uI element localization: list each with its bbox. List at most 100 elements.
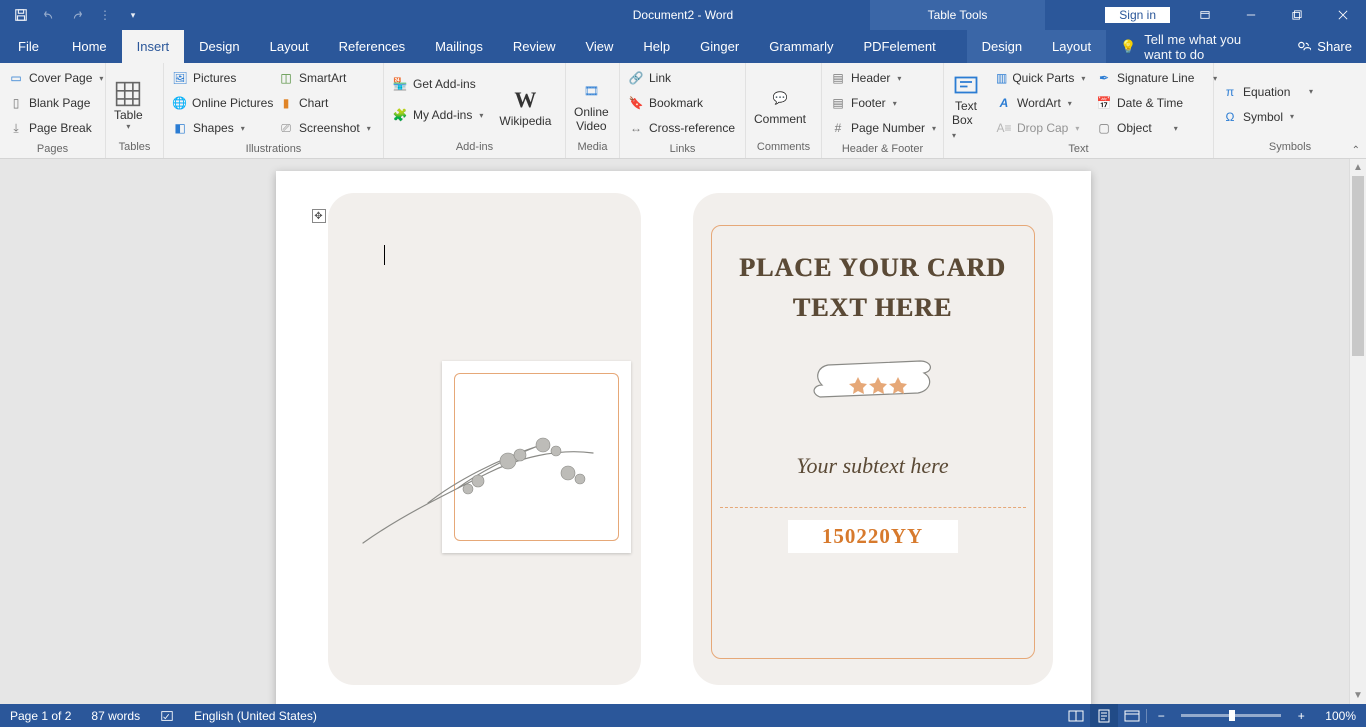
cross-reference-button[interactable]: ↔Cross-reference (626, 117, 737, 139)
card-subtext[interactable]: Your subtext here (712, 453, 1034, 479)
zoom-slider-thumb[interactable] (1229, 710, 1235, 721)
tab-view[interactable]: View (570, 30, 628, 63)
wordart-button[interactable]: AWordArt▾ (994, 92, 1082, 114)
card-code-box[interactable]: 150220YY (788, 520, 958, 553)
symbol-button[interactable]: ΩSymbol▾ (1220, 106, 1315, 128)
chevron-down-icon: ▾ (1068, 99, 1072, 108)
tab-pdfelement[interactable]: PDFelement (848, 30, 950, 63)
tab-layout[interactable]: Layout (255, 30, 324, 63)
tab-help[interactable]: Help (628, 30, 685, 63)
save-icon[interactable] (10, 4, 32, 26)
share-button[interactable]: Share (1283, 38, 1366, 55)
smartart-button[interactable]: ◫SmartArt (276, 67, 373, 89)
zoom-out-button[interactable]: − (1147, 704, 1175, 727)
pictures-button[interactable]: 🖼Pictures (170, 67, 264, 89)
card-left-panel[interactable] (328, 193, 641, 685)
chevron-down-icon: ▾ (367, 124, 371, 133)
zoom-percentage[interactable]: 100% (1315, 709, 1366, 723)
symbol-icon: Ω (1222, 109, 1238, 125)
view-print-layout-icon[interactable] (1090, 704, 1118, 727)
document-area[interactable]: ✥ (0, 159, 1366, 704)
shapes-button[interactable]: ◧Shapes▾ (170, 117, 264, 139)
tab-mailings[interactable]: Mailings (420, 30, 498, 63)
wikipedia-button[interactable]: W Wikipedia (491, 63, 559, 141)
equation-label: Equation (1243, 85, 1290, 99)
ribbon-display-options-icon[interactable] (1182, 0, 1228, 30)
table-button[interactable]: Table ▾ (106, 63, 151, 141)
object-button[interactable]: ▢Object ▾ (1094, 117, 1219, 139)
blank-page-button[interactable]: ▯Blank Page (6, 92, 105, 114)
tab-insert[interactable]: Insert (122, 30, 185, 63)
scroll-up-icon[interactable]: ▲ (1350, 159, 1366, 176)
tab-ginger[interactable]: Ginger (685, 30, 754, 63)
my-addins-button[interactable]: 🧩My Add-ins▾ (390, 104, 485, 126)
zoom-in-button[interactable]: + (1287, 704, 1315, 727)
online-video-label-1: Online (574, 105, 609, 119)
redo-icon[interactable] (66, 4, 88, 26)
card-code-text: 150220YY (822, 524, 923, 548)
footer-button[interactable]: ▤Footer▾ (828, 92, 938, 114)
sign-in-button[interactable]: Sign in (1105, 7, 1170, 23)
quick-parts-button[interactable]: ▥Quick Parts▾ (994, 67, 1082, 89)
page-number-button[interactable]: #Page Number▾ (828, 117, 938, 139)
online-video-button[interactable]: 🎞 Online Video (566, 63, 617, 141)
scroll-down-icon[interactable]: ▼ (1350, 687, 1366, 704)
page-break-button[interactable]: ⤓Page Break (6, 117, 105, 139)
bookmark-icon: 🔖 (628, 95, 644, 111)
tab-home[interactable]: Home (57, 30, 122, 63)
date-time-button[interactable]: 📅Date & Time (1094, 92, 1219, 114)
tab-references[interactable]: References (324, 30, 420, 63)
screenshot-button[interactable]: ⎚Screenshot▾ (276, 117, 373, 139)
page-number-label: Page Number (851, 121, 925, 135)
table-move-handle-icon[interactable]: ✥ (312, 209, 326, 223)
tab-design[interactable]: Design (184, 30, 254, 63)
online-pictures-icon: 🌐 (172, 95, 187, 111)
view-read-mode-icon[interactable] (1062, 704, 1090, 727)
page[interactable]: ✥ (276, 171, 1091, 704)
zoom-slider[interactable] (1181, 714, 1281, 717)
link-button[interactable]: 🔗Link (626, 67, 737, 89)
get-addins-button[interactable]: 🏪Get Add-ins (390, 73, 485, 95)
close-icon[interactable] (1320, 0, 1366, 30)
cover-page-button[interactable]: ▭Cover Page▾ (6, 67, 105, 89)
tab-context-layout[interactable]: Layout (1037, 30, 1106, 63)
bookmark-button[interactable]: 🔖Bookmark (626, 92, 737, 114)
chevron-down-icon: ▾ (893, 99, 897, 108)
qat-customize-icon[interactable]: ▾ (122, 4, 144, 26)
status-word-count[interactable]: 87 words (81, 704, 150, 727)
table-label: Table (114, 108, 143, 122)
group-tables-label: Tables (106, 141, 163, 158)
equation-button[interactable]: πEquation ▾ (1220, 81, 1315, 103)
group-media-label: Media (566, 141, 619, 158)
card-title-text[interactable]: PLACE YOUR CARD TEXT HERE (712, 226, 1034, 329)
tab-context-design[interactable]: Design (967, 30, 1037, 63)
comment-button[interactable]: 💬 Comment (746, 63, 814, 141)
restore-icon[interactable] (1274, 0, 1320, 30)
status-language[interactable]: English (United States) (184, 704, 327, 727)
tell-me-search[interactable]: 💡 Tell me what you want to do (1106, 32, 1283, 62)
online-pictures-button[interactable]: 🌐Online Pictures (170, 92, 264, 114)
minimize-icon[interactable] (1228, 0, 1274, 30)
qat-more-icon[interactable]: ⋮ (94, 4, 116, 26)
card-right-panel[interactable]: PLACE YOUR CARD TEXT HERE Your subtext h… (693, 193, 1053, 685)
tab-grammarly[interactable]: Grammarly (754, 30, 848, 63)
drop-cap-button[interactable]: A≡Drop Cap▾ (994, 117, 1082, 139)
undo-icon[interactable] (38, 4, 60, 26)
view-web-layout-icon[interactable] (1118, 704, 1146, 727)
vertical-scrollbar[interactable]: ▲ ▼ (1349, 159, 1366, 704)
tab-file[interactable]: File (0, 30, 57, 63)
title-right-controls: Sign in (1105, 0, 1366, 30)
text-box-button[interactable]: Text Box ▾ (944, 63, 988, 143)
tab-review[interactable]: Review (498, 30, 571, 63)
chart-button[interactable]: ▮Chart (276, 92, 373, 114)
chevron-down-icon: ▾ (1290, 112, 1294, 121)
signature-line-label: Signature Line (1117, 71, 1194, 85)
status-page[interactable]: Page 1 of 2 (0, 704, 81, 727)
scroll-thumb[interactable] (1352, 176, 1364, 356)
collapse-ribbon-icon[interactable]: ⌃ (1352, 145, 1360, 156)
get-addins-label: Get Add-ins (413, 77, 476, 91)
status-spellcheck-icon[interactable] (150, 704, 184, 727)
signature-line-button[interactable]: ✒Signature Line ▾ (1094, 67, 1219, 89)
header-button[interactable]: ▤Header▾ (828, 67, 938, 89)
screenshot-icon: ⎚ (278, 120, 294, 136)
